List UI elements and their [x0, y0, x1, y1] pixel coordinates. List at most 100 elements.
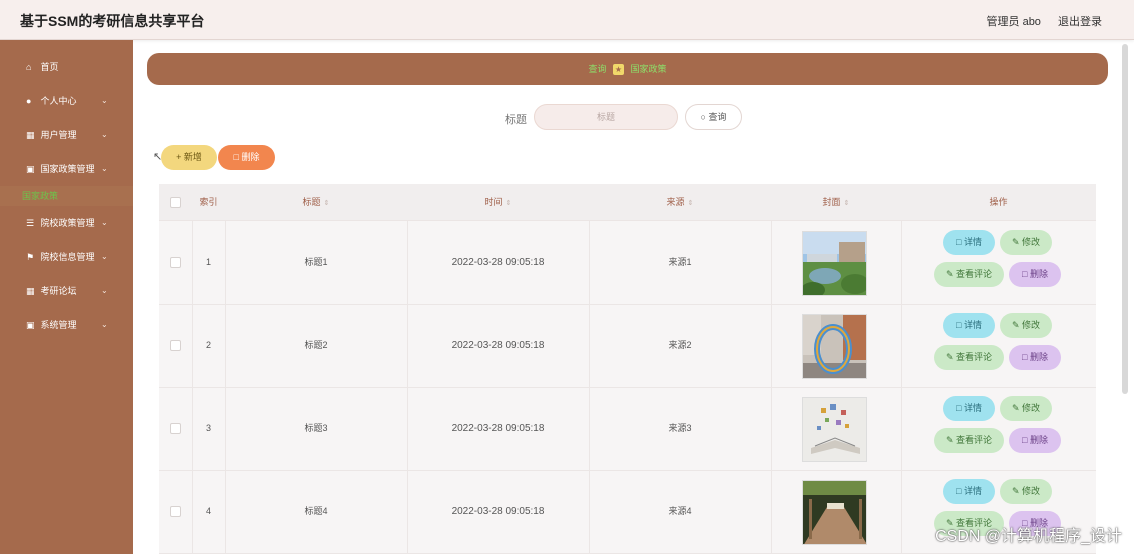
col-header-time[interactable]: 时间 ⇕ [407, 184, 589, 220]
delete-button[interactable]: □ 删除 [1009, 262, 1061, 287]
sidebar-item-school-info[interactable]: ⚑ 院校信息管理 ⌄ [0, 240, 133, 274]
sidebar-item-school-policy[interactable]: ☰ 院校政策管理 ⌄ [0, 206, 133, 240]
corridor-photo-icon [803, 481, 866, 544]
detail-label: 详情 [963, 486, 982, 496]
edit-button[interactable]: ✎ 修改 [1000, 230, 1052, 255]
sort-icon[interactable]: ⇕ [844, 200, 850, 207]
sort-icon[interactable]: ⇕ [506, 200, 512, 207]
chevron-down-icon: ⌄ [101, 252, 108, 261]
row-select-cell [159, 304, 192, 387]
view-comments-label: 查看评论 [956, 352, 993, 362]
search-button-label: 查询 [708, 112, 727, 122]
detail-button[interactable]: □ 详情 [943, 230, 995, 255]
sidebar-item-label: 系统管理 [40, 320, 77, 330]
row-actions: □ 详情 ✎ 修改 ✎ 查看评论 □ 删除 [901, 304, 1096, 387]
trash-icon: □ [233, 152, 239, 162]
detail-button[interactable]: □ 详情 [943, 396, 995, 421]
search-label: 标题 [505, 114, 527, 126]
col-header-cover-label: 封面 [822, 197, 841, 207]
detail-label: 详情 [963, 403, 982, 413]
home-icon: ⌂ [26, 62, 32, 72]
monitor-icon: ▣ [26, 164, 35, 174]
sidebar-item-home[interactable]: ⌂ 首页 [0, 50, 133, 84]
col-header-source[interactable]: 来源 ⇕ [589, 184, 771, 220]
detail-button[interactable]: □ 详情 [943, 313, 995, 338]
cover-image[interactable] [802, 314, 867, 379]
star-icon: ★ [613, 64, 624, 76]
col-header-index[interactable]: 索引 [192, 184, 225, 220]
breadcrumb-query[interactable]: 查询 [588, 64, 606, 74]
sidebar-item-national-policy[interactable]: ▣ 国家政策管理 ⌄ [0, 152, 133, 186]
col-header-time-label: 时间 [484, 197, 503, 207]
sidebar-subitem-national-policy[interactable]: 国家政策 [0, 186, 133, 206]
search-icon: ○ [700, 112, 706, 122]
cell-source: 来源4 [668, 506, 692, 516]
sort-icon[interactable]: ⇕ [688, 200, 694, 207]
sidebar-item-label: 院校政策管理 [40, 218, 95, 228]
app-title: 基于SSM的考研信息共享平台 [20, 13, 205, 29]
col-header-title[interactable]: 标题 ⇕ [225, 184, 407, 220]
detail-label: 详情 [963, 237, 982, 247]
select-all-checkbox[interactable] [170, 197, 181, 209]
row-actions: □ 详情 ✎ 修改 ✎ 查看评论 □ 删除 [901, 221, 1096, 304]
sidebar-item-forum[interactable]: ▦ 考研论坛 ⌄ [0, 274, 133, 308]
logout-button[interactable]: 退出登录 [1058, 16, 1102, 28]
row-select-cell [159, 387, 192, 470]
search-button[interactable]: ○ 查询 [685, 104, 742, 130]
cover-image[interactable] [802, 397, 867, 462]
sidebar-item-system[interactable]: ▣ 系统管理 ⌄ [0, 308, 133, 342]
cell-source: 来源2 [668, 340, 692, 350]
batch-delete-button[interactable]: □ 删除 [218, 145, 275, 170]
breadcrumb-national-policy[interactable]: 国家政策 [631, 64, 667, 74]
add-button[interactable]: + 新增 [161, 145, 217, 170]
row-checkbox[interactable] [170, 340, 181, 352]
delete-button[interactable]: □ 删除 [1009, 428, 1061, 453]
chevron-down-icon: ⌄ [101, 164, 108, 173]
view-comments-button[interactable]: ✎ 查看评论 [934, 428, 1004, 453]
admin-user-label[interactable]: 管理员 abo [987, 16, 1041, 28]
row-select-cell [159, 221, 192, 304]
edit-button[interactable]: ✎ 修改 [1000, 313, 1052, 338]
sort-icon[interactable]: ⇕ [324, 200, 330, 207]
cell-title: 标题2 [304, 340, 328, 350]
view-comments-button[interactable]: ✎ 查看评论 [934, 345, 1004, 370]
delete-label: 删除 [1029, 352, 1048, 362]
book-photo-icon [803, 398, 866, 461]
chevron-down-icon: ⌄ [101, 130, 108, 139]
cell-time: 2022-03-28 09:05:18 [451, 423, 545, 434]
col-header-actions: 操作 [901, 184, 1096, 220]
sculpture-photo-icon [803, 315, 866, 378]
monitor-icon: ▣ [26, 320, 35, 330]
search-input[interactable] [534, 104, 678, 130]
detail-button[interactable]: □ 详情 [943, 479, 995, 504]
view-comments-label: 查看评论 [956, 435, 993, 445]
col-header-cover[interactable]: 封面 ⇕ [771, 184, 901, 220]
col-header-source-label: 来源 [666, 197, 685, 207]
table-header: 索引 标题 ⇕ 时间 ⇕ 来源 ⇕ 封面 ⇕ 操作 [159, 184, 1096, 221]
cover-image[interactable] [802, 231, 867, 296]
sidebar-item-label: 首页 [40, 62, 59, 72]
list-icon: ☰ [26, 218, 35, 228]
sidebar-item-label: 院校信息管理 [40, 252, 95, 262]
cover-image[interactable] [802, 480, 867, 545]
view-comments-button[interactable]: ✎ 查看评论 [934, 262, 1004, 287]
grid-icon: ▦ [26, 286, 35, 296]
row-checkbox[interactable] [170, 423, 181, 435]
sidebar-item-users[interactable]: ▦ 用户管理 ⌄ [0, 118, 133, 152]
row-checkbox[interactable] [170, 257, 181, 269]
select-all-cell [159, 184, 192, 220]
table-row: 3 标题3 2022-03-28 09:05:18 来源3 □ 详情 ✎ 修改 … [159, 387, 1096, 471]
scrollbar[interactable] [1122, 44, 1128, 394]
edit-button[interactable]: ✎ 修改 [1000, 396, 1052, 421]
sidebar-top-spacer [0, 40, 133, 50]
edit-button[interactable]: ✎ 修改 [1000, 479, 1052, 504]
cell-index: 4 [205, 506, 211, 516]
sidebar-item-profile[interactable]: ● 个人中心 ⌄ [0, 84, 133, 118]
delete-button[interactable]: □ 删除 [1009, 345, 1061, 370]
cell-index: 2 [205, 340, 211, 350]
row-checkbox[interactable] [170, 506, 181, 518]
sidebar-item-label: 国家政策管理 [40, 164, 95, 174]
edit-label: 修改 [1022, 403, 1041, 413]
col-header-title-label: 标题 [302, 197, 321, 207]
data-table: 索引 标题 ⇕ 时间 ⇕ 来源 ⇕ 封面 ⇕ 操作 1 标题1 2022-03-28 0… [159, 184, 1096, 554]
